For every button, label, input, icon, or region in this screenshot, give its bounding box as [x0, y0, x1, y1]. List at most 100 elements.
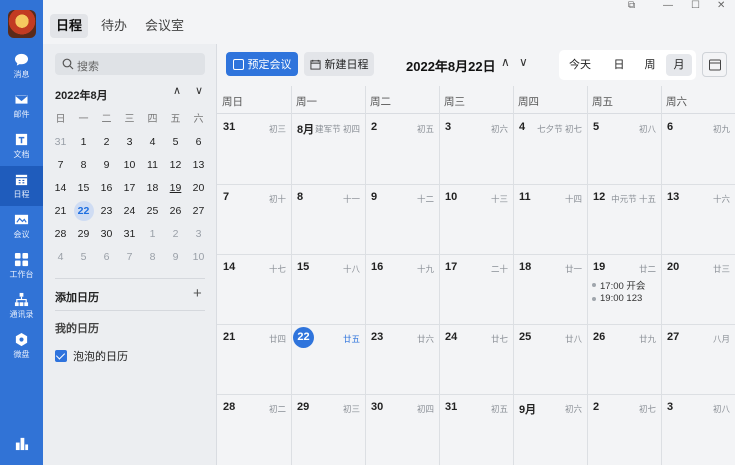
mini-day-cell[interactable]: 19	[164, 177, 187, 200]
day-number[interactable]: 14	[223, 261, 235, 273]
nav-item-calendar[interactable]: 日程	[0, 166, 43, 206]
mini-day-cell[interactable]: 29	[72, 223, 95, 246]
mini-day-cell[interactable]: 12	[164, 154, 187, 177]
day-number[interactable]: 29	[297, 401, 309, 413]
nav-item-docs[interactable]: 文档	[0, 126, 43, 166]
day-number[interactable]: 8月	[297, 121, 314, 137]
nav-item-meetings[interactable]: 会议	[0, 206, 43, 246]
new-event-button[interactable]: 新建日程	[304, 52, 374, 76]
calendar-checkbox[interactable]	[55, 350, 67, 362]
day-number[interactable]: 3	[667, 401, 673, 413]
mini-day-cell[interactable]: 16	[95, 177, 118, 200]
mini-day-cell[interactable]: 24	[118, 200, 141, 223]
tab-calendar[interactable]: 日程	[50, 14, 89, 38]
chevron-down-icon[interactable]: ∨	[519, 55, 528, 69]
mini-day-cell[interactable]: 14	[49, 177, 72, 200]
mini-day-cell[interactable]: 4	[141, 131, 164, 154]
mini-day-cell[interactable]: 18	[141, 177, 164, 200]
avatar[interactable]	[8, 10, 36, 38]
day-number[interactable]: 18	[519, 261, 531, 273]
mini-day-cell[interactable]: 4	[49, 246, 72, 269]
nav-item-mail[interactable]: 邮件	[0, 86, 43, 126]
mini-day-cell[interactable]: 25	[141, 200, 164, 223]
mini-day-cell[interactable]: 5	[164, 131, 187, 154]
day-number[interactable]: 19	[593, 261, 605, 273]
mini-day-cell[interactable]: 1	[72, 131, 95, 154]
mini-day-cell[interactable]: 21	[49, 200, 72, 223]
day-number[interactable]: 25	[519, 331, 531, 343]
nav-item-workbench[interactable]: 工作台	[0, 246, 43, 286]
mini-day-cell[interactable]: 20	[187, 177, 210, 200]
day-number[interactable]: 11	[519, 191, 531, 203]
today-button[interactable]: 今天	[563, 54, 597, 76]
mini-day-cell[interactable]: 7	[49, 154, 72, 177]
mini-day-cell[interactable]: 13	[187, 154, 210, 177]
day-number[interactable]: 12	[593, 191, 605, 203]
chevron-up-icon[interactable]: ∧	[501, 55, 510, 69]
mini-day-cell[interactable]: 10	[118, 154, 141, 177]
mini-day-cell[interactable]: 9	[95, 154, 118, 177]
day-number[interactable]: 26	[593, 331, 605, 343]
building-icon[interactable]	[14, 436, 29, 451]
mini-day-cell[interactable]: 3	[187, 223, 210, 246]
chevron-up-icon[interactable]: ∧	[173, 84, 181, 97]
day-number[interactable]: 17	[445, 261, 457, 273]
mini-day-cell[interactable]: 26	[164, 200, 187, 223]
tab-todo[interactable]: 待办	[95, 14, 133, 38]
close-icon[interactable]: ✕	[717, 0, 725, 11]
day-number[interactable]: 5	[593, 121, 599, 133]
mini-day-cell[interactable]: 31	[118, 223, 141, 246]
day-number[interactable]: 13	[667, 191, 679, 203]
day-number[interactable]: 6	[667, 121, 673, 133]
mini-day-cell[interactable]: 30	[95, 223, 118, 246]
day-number[interactable]: 7	[223, 191, 229, 203]
mini-day-cell[interactable]: 17	[118, 177, 141, 200]
add-calendar-button[interactable]: +	[193, 285, 202, 302]
day-number[interactable]: 3	[445, 121, 451, 133]
mini-day-cell[interactable]: 5	[72, 246, 95, 269]
mini-day-cell[interactable]: 10	[187, 246, 210, 269]
day-number[interactable]: 16	[371, 261, 383, 273]
mini-day-cell[interactable]: 31	[49, 131, 72, 154]
mini-day-cell[interactable]: 22	[72, 200, 95, 223]
day-number[interactable]: 27	[667, 331, 679, 343]
pin-window-icon[interactable]: ⧉	[628, 0, 635, 11]
day-number[interactable]: 15	[297, 261, 309, 273]
day-number[interactable]: 31	[223, 121, 235, 133]
day-number[interactable]: 24	[445, 331, 457, 343]
tab-meeting-room[interactable]: 会议室	[139, 14, 190, 38]
month-view-button[interactable]: 月	[666, 54, 692, 76]
day-number[interactable]: 28	[223, 401, 235, 413]
day-number[interactable]: 9	[371, 191, 377, 203]
calendar-event[interactable]: 17:00 开会	[592, 278, 645, 292]
mini-day-cell[interactable]: 2	[164, 223, 187, 246]
chevron-down-icon[interactable]: ∨	[195, 84, 203, 97]
mini-day-cell[interactable]: 9	[164, 246, 187, 269]
search-input[interactable]: 搜索	[55, 53, 205, 75]
sidebar-toggle-button[interactable]	[702, 52, 727, 77]
day-number[interactable]: 9月	[519, 401, 536, 417]
mini-day-cell[interactable]: 11	[141, 154, 164, 177]
today-date-badge[interactable]: 22	[293, 327, 314, 348]
day-number[interactable]: 21	[223, 331, 235, 343]
mini-day-cell[interactable]: 28	[49, 223, 72, 246]
mini-day-cell[interactable]: 3	[118, 131, 141, 154]
mini-day-cell[interactable]: 1	[141, 223, 164, 246]
mini-day-cell[interactable]: 2	[95, 131, 118, 154]
day-view-button[interactable]: 日	[605, 54, 633, 76]
day-number[interactable]: 8	[297, 191, 303, 203]
day-number[interactable]: 4	[519, 121, 525, 133]
mini-day-cell[interactable]: 8	[72, 154, 95, 177]
day-number[interactable]: 2	[371, 121, 377, 133]
week-view-button[interactable]: 周	[636, 54, 664, 76]
day-number[interactable]: 2	[593, 401, 599, 413]
mini-day-cell[interactable]: 6	[95, 246, 118, 269]
book-meeting-button[interactable]: 预定会议	[226, 52, 298, 76]
nav-item-drive[interactable]: 微盘	[0, 326, 43, 366]
day-number[interactable]: 31	[445, 401, 457, 413]
nav-item-messages[interactable]: 消息	[0, 46, 43, 86]
mini-day-cell[interactable]: 6	[187, 131, 210, 154]
calendar-item[interactable]: 泡泡的日历	[55, 348, 128, 364]
minimize-icon[interactable]: —	[663, 0, 673, 11]
mini-day-cell[interactable]: 27	[187, 200, 210, 223]
